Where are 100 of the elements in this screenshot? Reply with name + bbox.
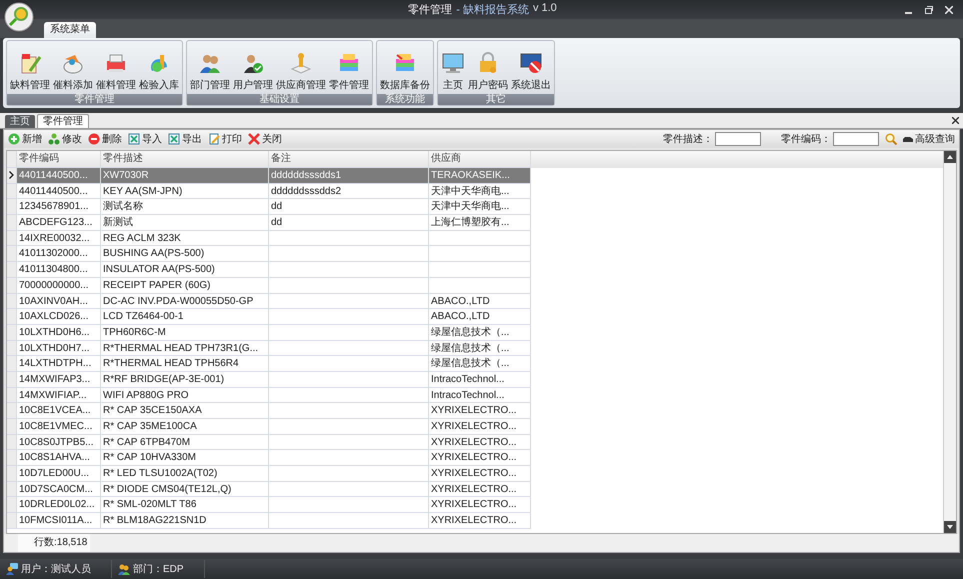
- table-cell: 测试名称: [101, 199, 269, 216]
- row-header[interactable]: [7, 168, 17, 184]
- toolbar-button[interactable]: 修改: [48, 132, 82, 146]
- table-cell: 10FMCSI011A...: [17, 513, 101, 529]
- table-row[interactable]: 14MXWIFIAP... WIFI AP880G PRO IntracoTechnol...: [7, 388, 943, 404]
- menu-tab[interactable]: 系统菜单: [44, 22, 96, 38]
- table-row[interactable]: 14MXWIFAP3... R*RF BRIDGE(AP-3E-001) IntracoTechnol...: [7, 372, 943, 388]
- table-cell: dd: [269, 215, 429, 231]
- row-count: 行数:18,518: [18, 534, 90, 552]
- table-row[interactable]: 10AXLCD026... LCD TZ6464-00-1 ABACO.,LTD: [7, 309, 943, 325]
- table-row[interactable]: 10FMCSI011A... R* BLM18AG221SN1D XYRIXELECTRO...: [7, 513, 943, 529]
- toolbar-button[interactable]: 新增: [8, 132, 42, 146]
- ribbon-button[interactable]: 用户管理: [232, 43, 274, 94]
- table-cell: REG ACLM 323K: [101, 230, 269, 246]
- document-tab[interactable]: 主页: [5, 115, 35, 128]
- table-row[interactable]: 10D7SCA0CM... R* DIODE CMS04(TE12L,Q) XYRIXELECTRO...: [7, 482, 943, 498]
- restore-icon[interactable]: [925, 6, 933, 14]
- table-cell: BUSHING AA(PS-500): [101, 246, 269, 262]
- table-cell: TERAOKASEIK...: [429, 168, 531, 184]
- table-cell: KEY AA(SM-JPN): [101, 184, 269, 200]
- table-row[interactable]: 10C8E1VCEA... R* CAP 35CE150AXA XYRIXELECTRO...: [7, 403, 943, 419]
- app-name: - 缺料报告系统: [456, 2, 529, 17]
- close-icon[interactable]: [952, 117, 959, 124]
- table-cell: 10LXTHD0H6...: [17, 324, 101, 341]
- table-cell: R* CAP 35ME100CA: [101, 419, 269, 435]
- search-field[interactable]: [715, 132, 761, 146]
- ribbon-button[interactable]: 系统退出: [510, 43, 552, 94]
- search-field[interactable]: [833, 132, 879, 146]
- spreadsheet-icon: [168, 133, 180, 145]
- table-row[interactable]: 10DRLED0L02... R* SML-020MLT T86 XYRIXELECTRO...: [7, 497, 943, 514]
- table-row[interactable]: 10D7LED00U... R* LED TLSU1002A(T02) XYRIXELECTRO...: [7, 466, 943, 482]
- table-row[interactable]: 44011440500... XW7030R ddddddsssdds1 TERAOKASEIK...: [7, 168, 943, 184]
- ribbon-button[interactable]: 催料添加: [52, 43, 94, 94]
- table-row[interactable]: 14IXRE00032... REG ACLM 323K: [7, 230, 943, 246]
- table-cell: 10D7LED00U...: [17, 466, 101, 482]
- group-label: 基础设置: [187, 94, 372, 105]
- ribbon-button[interactable]: 主页: [440, 43, 466, 94]
- table-row[interactable]: 41011302000... BUSHING AA(PS-500): [7, 246, 943, 262]
- table-cell: 10C8S1AHVA...: [17, 450, 101, 466]
- table-cell: XW7030R: [101, 168, 269, 184]
- table-cell: 10AXINV0AH...: [17, 294, 101, 310]
- group-label: 系统功能: [377, 94, 433, 105]
- toolbar-button[interactable]: 打印: [208, 132, 242, 146]
- table-cell: 10C8E1VMEC...: [17, 419, 101, 435]
- table-row[interactable]: ABCDEFG123... 新测试 dd 上海仁博塑胶有...: [7, 215, 943, 231]
- spreadsheet-icon: [128, 133, 140, 145]
- table-cell: 10C8S0JTPB5...: [17, 434, 101, 450]
- table-row[interactable]: 10C8E1VMEC... R* CAP 35ME100CA XYRIXELECTRO...: [7, 419, 943, 435]
- ribbon-button[interactable]: 催料管理: [95, 43, 137, 94]
- search-icon[interactable]: [885, 133, 897, 145]
- table-row[interactable]: 44011440500... KEY AA(SM-JPN) ddddddsssdds2 天津中天华商电...: [7, 184, 943, 200]
- ribbon-button[interactable]: 缺料管理: [9, 43, 51, 94]
- scroll-down-icon[interactable]: [944, 521, 956, 533]
- table-row[interactable]: 10LXTHD0H7... R*THERMAL HEAD TPH73R1(G... 绿屋信息技术（...: [7, 340, 943, 356]
- version-label: v 1.0: [532, 2, 557, 16]
- group-label: 其它: [438, 94, 554, 105]
- scroll-up-icon[interactable]: [944, 151, 956, 163]
- advanced-search-button[interactable]: 高级查询: [903, 132, 955, 146]
- table-row[interactable]: 10C8S0JTPB5... R* CAP 6TPB470M XYRIXELECTRO...: [7, 434, 943, 450]
- table-row[interactable]: 10AXINV0AH... DC-AC INV.PDA-W00055D50-GP ABACO.,LTD: [7, 294, 943, 310]
- table-cell: ABCDEFG123...: [17, 215, 101, 231]
- window-title: 零件管理: [408, 3, 452, 17]
- ribbon-button[interactable]: 零件管理: [328, 43, 370, 94]
- ribbon-button[interactable]: 用户密码: [467, 43, 509, 94]
- current-row-icon: [9, 171, 14, 180]
- table-cell: 41011302000...: [17, 246, 101, 262]
- ribbon-button-icon: [441, 51, 465, 75]
- table-cell: 10LXTHD0H7...: [17, 340, 101, 356]
- table-cell: 10D7SCA0CM...: [17, 482, 101, 498]
- ribbon-button[interactable]: 数据库备份: [379, 43, 431, 94]
- table-cell: 44011440500...: [17, 168, 101, 184]
- table-cell: R*RF BRIDGE(AP-3E-001): [101, 372, 269, 388]
- ribbon-button[interactable]: 供应商管理: [275, 43, 327, 94]
- table-cell: 70000000000...: [17, 278, 101, 294]
- table-row[interactable]: 10C8S1AHVA... R* CAP 10HVA330M XYRIXELECTRO...: [7, 450, 943, 466]
- table-cell: 44011440500...: [17, 184, 101, 200]
- table-cell: 10AXLCD026...: [17, 309, 101, 325]
- toolbar-button[interactable]: 关闭: [248, 132, 282, 146]
- ribbon-button-icon: [289, 51, 313, 75]
- group-label: 零件管理: [7, 94, 182, 105]
- table-row[interactable]: 70000000000... RECEIPT PAPER (60G): [7, 278, 943, 294]
- toolbar-button[interactable]: 导入: [128, 132, 162, 146]
- row-header: [7, 151, 17, 168]
- status-text: 部门：EDP: [133, 562, 184, 576]
- document-tab[interactable]: 零件管理: [37, 114, 89, 128]
- scrollbar[interactable]: [943, 151, 956, 533]
- table-cell: 新测试: [101, 215, 269, 231]
- ribbon-button-icon: [519, 51, 543, 75]
- toolbar-button[interactable]: 导出: [168, 132, 202, 146]
- toolbar-button[interactable]: 删除: [88, 132, 122, 146]
- table-row[interactable]: 10LXTHD0H6... TPH60R6C-M 绿屋信息技术（...: [7, 324, 943, 341]
- table-cell: DC-AC INV.PDA-W00055D50-GP: [101, 294, 269, 310]
- table-row[interactable]: 41011304800... INSULATOR AA(PS-500): [7, 262, 943, 278]
- table-row[interactable]: 14LXTHDTPH... R*THERMAL HEAD TPH56R4 绿屋信息技术（...: [7, 356, 943, 372]
- user-icon: [6, 563, 18, 575]
- table-cell: RECEIPT PAPER (60G): [101, 278, 269, 294]
- ribbon-button[interactable]: 检验入库: [138, 43, 180, 94]
- table-cell: 14LXTHDTPH...: [17, 356, 101, 372]
- ribbon-button[interactable]: 部门管理: [189, 43, 231, 94]
- table-row[interactable]: 12345678901... 测试名称 dd 天津中天华商电...: [7, 199, 943, 216]
